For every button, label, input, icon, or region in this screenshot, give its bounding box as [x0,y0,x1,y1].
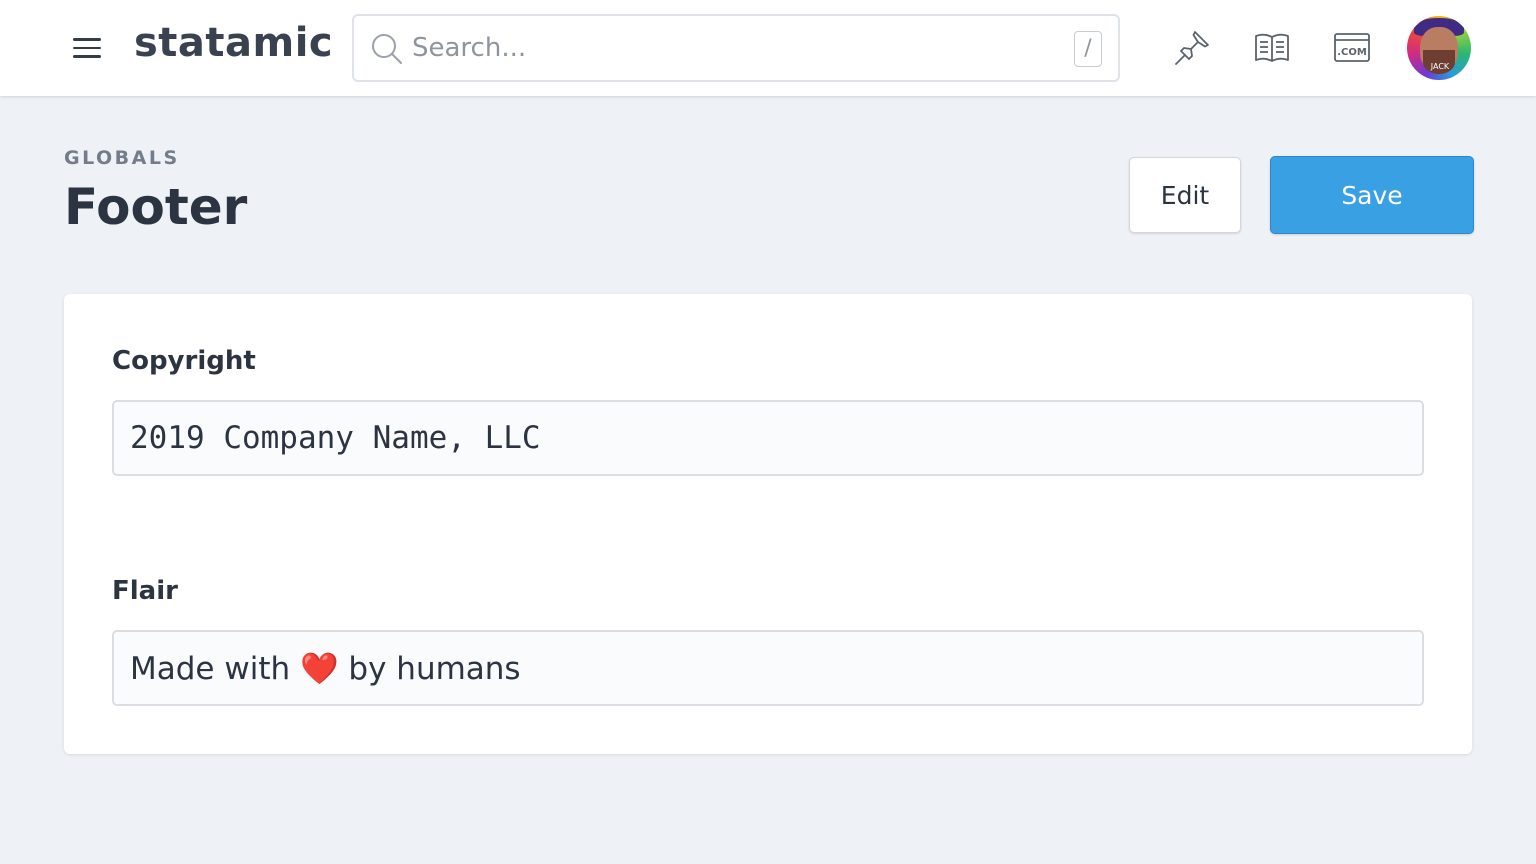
logo[interactable]: statamic [134,20,333,66]
copyright-input[interactable] [112,400,1424,476]
search-box[interactable]: / [352,14,1120,82]
search-icon [372,34,402,64]
edit-button[interactable]: Edit [1129,157,1241,233]
top-bar: statamic / .COM [0,0,1536,96]
search-shortcut-hint: / [1074,31,1102,67]
pin-icon[interactable] [1172,28,1212,68]
flair-label: Flair [112,576,178,606]
hamburger-menu-icon[interactable] [72,38,102,58]
user-avatar[interactable]: JACK [1407,16,1471,80]
save-button[interactable]: Save [1270,156,1474,234]
page-title: Footer [64,178,248,236]
dot-com-icon[interactable]: .COM [1332,28,1372,68]
global-fields-card: Copyright Flair [64,294,1472,754]
copyright-label: Copyright [112,346,256,376]
breadcrumb[interactable]: GLOBALS [64,147,180,169]
svg-text:.COM: .COM [1337,47,1367,58]
docs-book-icon[interactable] [1252,28,1292,68]
flair-input[interactable] [112,630,1424,706]
search-input[interactable] [412,26,1052,70]
